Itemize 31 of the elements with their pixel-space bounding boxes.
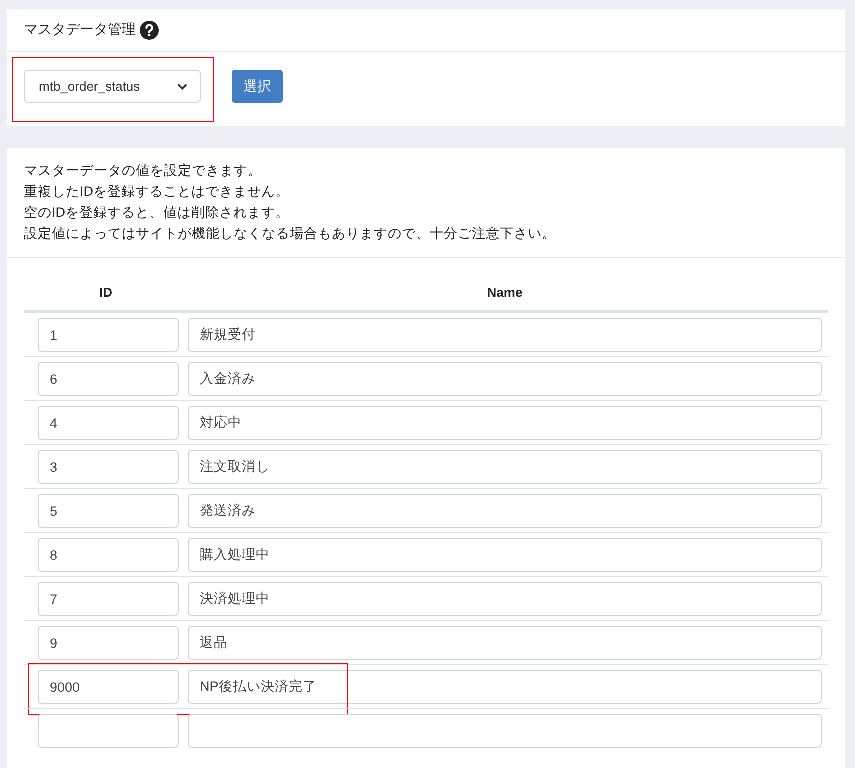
name-field[interactable]: NP後払い決済完了: [188, 670, 822, 704]
id-field[interactable]: 9: [38, 626, 179, 660]
name-field[interactable]: 決済処理中: [188, 582, 822, 616]
chevron-down-icon: [177, 82, 188, 90]
name-field[interactable]: 購入処理中: [188, 538, 822, 572]
name-field[interactable]: 新規受付: [188, 318, 822, 352]
page-title: マスタデータ管理: [24, 21, 136, 39]
name-field[interactable]: 対応中: [188, 406, 822, 440]
select-button[interactable]: 選択: [232, 70, 283, 103]
id-field[interactable]: 1: [38, 318, 179, 352]
id-field[interactable]: 4: [38, 406, 179, 440]
id-field[interactable]: 6: [38, 362, 179, 396]
note-text: 空のIDを登録すると、値は削除されます。: [24, 204, 290, 222]
name-field[interactable]: 発送済み: [188, 494, 822, 528]
master-select[interactable]: mtb_order_status: [24, 70, 201, 103]
note-text: マスターデータの値を設定できます。: [24, 162, 263, 180]
id-field[interactable]: 5: [38, 494, 179, 528]
name-field[interactable]: [188, 714, 822, 748]
help-icon[interactable]: [140, 20, 159, 40]
column-header: ID: [98, 284, 114, 300]
id-field[interactable]: 3: [38, 450, 179, 484]
note-text: 重複したIDを登録することはできません。: [24, 183, 290, 201]
name-field[interactable]: 入金済み: [188, 362, 822, 396]
id-field[interactable]: 9000: [38, 670, 179, 704]
id-field[interactable]: [38, 714, 179, 748]
id-field[interactable]: 7: [38, 582, 179, 616]
id-field[interactable]: 8: [38, 538, 179, 572]
column-header: Name: [486, 284, 524, 300]
name-field[interactable]: 返品: [188, 626, 822, 660]
name-field[interactable]: 注文取消し: [188, 450, 822, 484]
note-text: 設定値によってはサイトが機能しなくなる場合もありますので、十分ご注意下さい。: [24, 225, 557, 243]
